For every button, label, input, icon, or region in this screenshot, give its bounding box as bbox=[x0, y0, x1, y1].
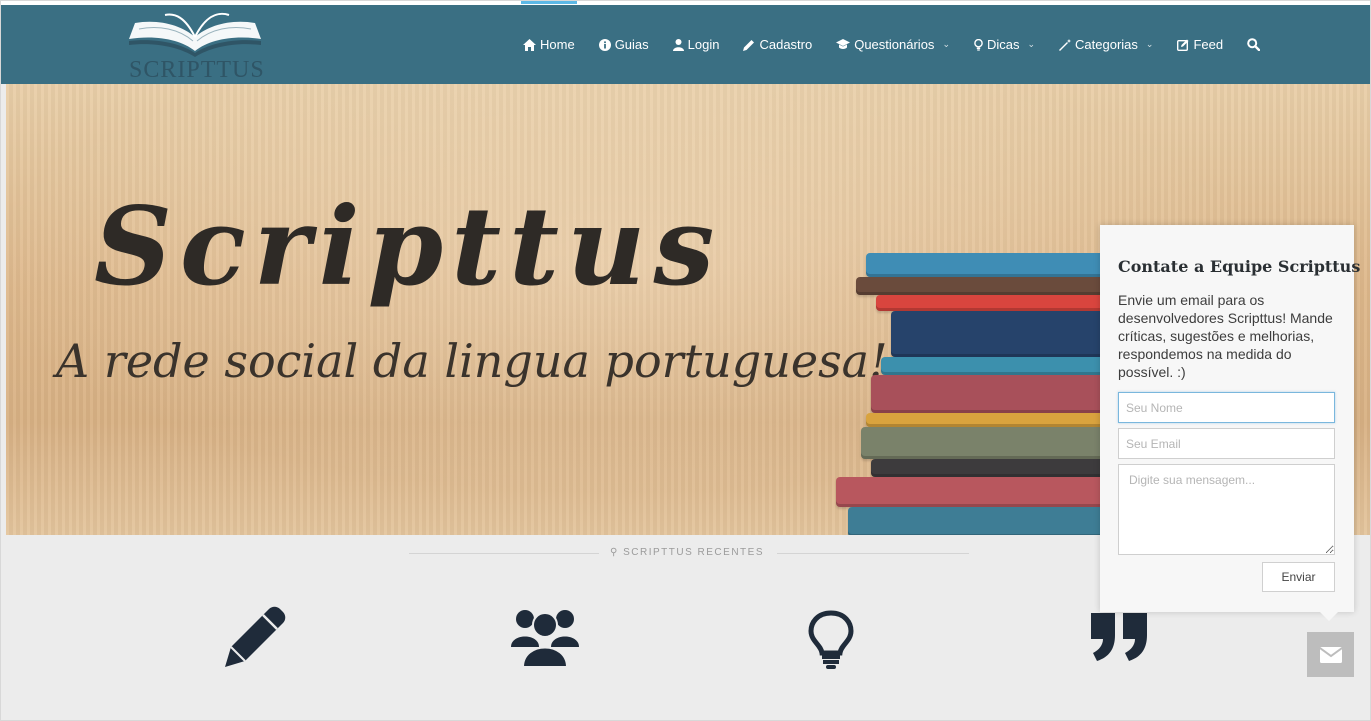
magic-wand-icon bbox=[1059, 38, 1072, 51]
lightbulb-icon bbox=[974, 38, 983, 51]
chevron-down-icon: ⌄ bbox=[942, 39, 950, 49]
graduation-cap-icon bbox=[836, 39, 851, 50]
info-icon bbox=[598, 38, 611, 51]
contact-title: Contate a Equipe Scripttus bbox=[1118, 257, 1361, 276]
nav-guias[interactable]: Guias bbox=[598, 5, 649, 84]
name-field[interactable] bbox=[1118, 392, 1335, 423]
chevron-down-icon: ⌄ bbox=[1027, 39, 1036, 49]
users-icon bbox=[505, 601, 585, 676]
nav-questionarios[interactable]: Questionários ⌄ bbox=[836, 5, 950, 84]
lightbulb-icon bbox=[791, 601, 871, 676]
nav-dicas-label: Dicas bbox=[986, 37, 1020, 52]
hero-title: Scripttus bbox=[94, 184, 723, 310]
contact-description: Envie um email para os desenvolvedores S… bbox=[1118, 292, 1333, 380]
email-field[interactable] bbox=[1118, 428, 1335, 459]
contact-panel: Contate a Equipe Scripttus Envie um emai… bbox=[1100, 225, 1361, 612]
nav-categorias-label: Categorias bbox=[1075, 37, 1138, 52]
nav-home[interactable]: Home bbox=[521, 1, 577, 84]
home-icon bbox=[523, 38, 536, 51]
nav-dicas[interactable]: Dicas ⌄ bbox=[974, 5, 1035, 84]
nav-login-label: Login bbox=[687, 37, 720, 52]
nav-feed[interactable]: Feed bbox=[1177, 5, 1223, 84]
send-button[interactable]: Enviar bbox=[1262, 562, 1335, 592]
logo-text: SCRIPTTUS bbox=[129, 57, 265, 83]
nav-cadastro[interactable]: Cadastro bbox=[743, 5, 812, 84]
pencil-icon bbox=[217, 601, 297, 676]
quote-icon bbox=[1079, 601, 1159, 676]
trophy-icon: ⚲ bbox=[609, 547, 619, 558]
page: SCRIPTTUS Home Guias Login Cadastro Ques… bbox=[0, 0, 1371, 721]
section-heading: ⚲ SCRIPTTUS RECENTES bbox=[601, 547, 773, 558]
top-navbar: SCRIPTTUS Home Guias Login Cadastro Ques… bbox=[1, 1, 1370, 84]
chevron-down-icon: ⌄ bbox=[1145, 39, 1154, 49]
contact-panel-pointer bbox=[1320, 612, 1338, 621]
pencil-icon bbox=[743, 39, 755, 51]
section-divider-right bbox=[777, 553, 969, 554]
nav-guias-label: Guias bbox=[614, 37, 649, 52]
envelope-icon bbox=[1319, 646, 1342, 663]
hero-subtitle: A rede social da lingua portuguesa! bbox=[56, 334, 888, 388]
contact-toggle-button[interactable] bbox=[1307, 632, 1354, 677]
user-icon bbox=[672, 38, 684, 51]
section-heading-label: SCRIPTTUS RECENTES bbox=[623, 547, 764, 558]
section-divider-left bbox=[409, 553, 599, 554]
edit-icon bbox=[1177, 39, 1189, 51]
nav-login[interactable]: Login bbox=[672, 5, 720, 84]
scripttus-logo[interactable]: SCRIPTTUS bbox=[125, 11, 265, 83]
nav-questionarios-label: Questionários bbox=[854, 37, 935, 52]
nav-feed-label: Feed bbox=[1193, 37, 1224, 52]
books-stack-image bbox=[826, 249, 1136, 535]
nav-categorias[interactable]: Categorias ⌄ bbox=[1059, 5, 1153, 84]
open-book-icon bbox=[129, 12, 261, 57]
nav-search[interactable] bbox=[1247, 5, 1261, 84]
search-icon bbox=[1247, 38, 1261, 51]
main-nav: Home Guias Login Cadastro Questionários … bbox=[521, 1, 1284, 84]
nav-home-label: Home bbox=[540, 37, 575, 52]
message-field[interactable] bbox=[1118, 464, 1335, 555]
nav-cadastro-label: Cadastro bbox=[759, 37, 813, 52]
